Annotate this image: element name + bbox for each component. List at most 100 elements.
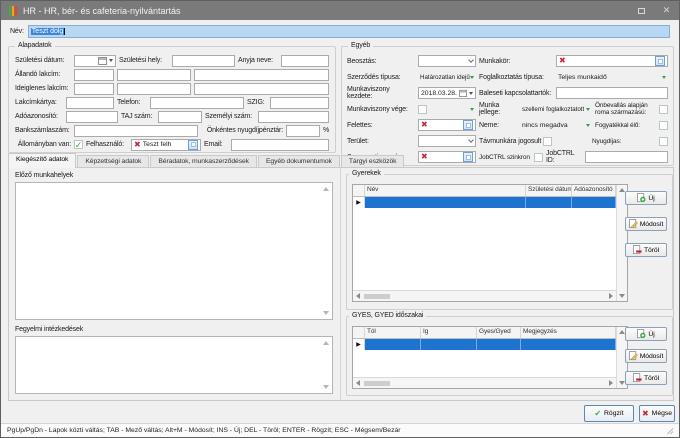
munkaviszony-kezdete-field[interactable]: 2018.03.28. — [418, 87, 476, 99]
scrollbar-thumb[interactable] — [364, 294, 390, 299]
szuletesi-hely-field[interactable] — [172, 55, 235, 67]
check-icon: ✔ — [594, 410, 601, 418]
horizontal-scrollbar[interactable] — [353, 290, 616, 301]
column-header-tol[interactable]: Tól — [365, 327, 421, 338]
onkentes-nyugdijpenztar-label: Önkéntes nyugdíjpénztár: — [201, 127, 283, 134]
lakcimkartya-field[interactable] — [66, 97, 114, 109]
column-header-nev[interactable]: Név — [365, 185, 526, 196]
jobctrl-szinkron-checkbox[interactable] — [534, 153, 543, 162]
selected-row[interactable]: ▶ — [353, 339, 616, 350]
munkakor-lookup-field[interactable]: ✖ — [556, 55, 668, 67]
bankszamlaszam-field[interactable] — [74, 125, 198, 137]
jobctrl-id-field[interactable] — [585, 151, 668, 163]
allando-lakcim-field-3[interactable] — [194, 69, 329, 81]
scroll-up-icon[interactable] — [323, 341, 329, 345]
clear-icon[interactable]: ✖ — [421, 153, 428, 161]
tab-kiegeszito-adatok[interactable]: Kiegészítő adatok — [8, 153, 76, 168]
clear-icon[interactable]: ✖ — [559, 57, 566, 65]
scrollbar-thumb[interactable] — [364, 381, 390, 386]
lookup-icon[interactable] — [463, 152, 473, 162]
clear-icon[interactable]: ✖ — [134, 141, 141, 149]
rogzit-button[interactable]: ✔ Rögzít — [584, 405, 634, 422]
allando-lakcim-field-2[interactable] — [117, 69, 191, 81]
ideiglenes-lakcim-field-3[interactable] — [194, 83, 329, 95]
scroll-up-icon[interactable] — [323, 187, 329, 191]
allomanyban-van-checkbox[interactable]: ✓ — [74, 140, 83, 149]
anyja-neve-field[interactable] — [281, 55, 329, 67]
gyerekek-modosit-button[interactable]: Módosít — [625, 217, 667, 231]
group-gyes-gyed: GYES, GYED időszakai Tól Ig Gyes/Gyed Me… — [346, 316, 673, 396]
gyes-uj-button[interactable]: Új — [625, 327, 667, 341]
gyerekek-uj-button[interactable]: Új — [625, 191, 667, 205]
close-button[interactable]: ✕ — [654, 1, 679, 20]
maximize-button[interactable] — [629, 1, 654, 20]
elozo-munkahelyek-textarea[interactable] — [15, 182, 333, 320]
baleseti-field[interactable] — [556, 87, 668, 99]
scroll-down-icon[interactable] — [323, 311, 329, 315]
scroll-left-icon[interactable] — [356, 380, 360, 386]
scroll-down-icon[interactable] — [323, 385, 329, 389]
email-field[interactable] — [231, 139, 329, 151]
group-egyeb-legend: Egyéb — [348, 42, 373, 49]
adoazonosito-field[interactable] — [66, 111, 118, 123]
column-header-megjegyzes[interactable]: Megjegyzés — [521, 327, 616, 338]
neme-dropdown[interactable]: nincs megadva — [520, 119, 592, 131]
scroll-right-icon[interactable] — [609, 293, 613, 299]
dropdown-icon — [586, 124, 590, 127]
selected-row[interactable]: ▶ — [353, 197, 616, 208]
gyes-modosit-button[interactable]: Módosít — [625, 349, 667, 363]
scroll-down-icon[interactable] — [619, 294, 625, 298]
lookup-icon[interactable] — [463, 120, 473, 130]
szemelyi-szam-field[interactable] — [258, 111, 329, 123]
munkaviszony-vege-checkbox[interactable] — [418, 105, 427, 114]
statusbar: PgUp/PgDn - Lapok közti váltás; TAB - Me… — [1, 423, 679, 437]
fogyatekkal-elo-checkbox[interactable] — [659, 121, 668, 130]
terulet-combo[interactable] — [418, 135, 476, 147]
jobctrl-szinkron-label: JobCTRL szinkron — [479, 154, 531, 161]
roma-checkbox[interactable] — [659, 105, 668, 114]
nyugdijas-checkbox[interactable] — [659, 137, 668, 146]
tavmunkara-checkbox[interactable] — [543, 137, 552, 146]
szervezeti-egyseg-lookup-field[interactable]: ✖ — [418, 151, 476, 163]
ideiglenes-lakcim-field-2[interactable] — [117, 83, 191, 95]
resize-grip[interactable] — [667, 428, 673, 434]
felhasznalo-lookup-field[interactable]: ✖ Teszt felh — [131, 139, 201, 151]
jobctrl-id-label: JobCTRL ID: — [546, 150, 582, 164]
email-label: Email: — [204, 141, 228, 148]
column-header-ig[interactable]: Ig — [421, 327, 477, 338]
grid-gyerekek[interactable]: Név Születési dátum Adóazonosító ▶ — [352, 184, 628, 302]
nev-input[interactable]: Teszt dolg — [28, 25, 670, 38]
szuletesi-datum-field[interactable] — [74, 55, 116, 67]
roma-label: Önbevallás alapján roma származású: — [595, 102, 656, 116]
lookup-icon[interactable] — [655, 56, 665, 66]
onkentes-nyugdijpenztar-field[interactable] — [286, 125, 320, 137]
munka-jellege-dropdown[interactable]: szellemi foglalkoztatott — [520, 103, 592, 115]
telefon-field[interactable] — [150, 97, 244, 109]
clear-icon[interactable]: ✖ — [421, 121, 428, 129]
ideiglenes-lakcim-field-1[interactable] — [74, 83, 114, 95]
szerzodes-tipusa-dropdown[interactable]: Határozatlan idejű — [418, 71, 476, 83]
beosztas-combo[interactable] — [418, 55, 476, 67]
felettes-label: Felettes: — [347, 122, 415, 129]
foglalkoztatas-tipusa-dropdown[interactable]: Teljes munkaidő — [556, 71, 668, 83]
munkaviszony-vege-dropdown[interactable] — [429, 103, 476, 115]
fegyelmi-textarea[interactable] — [15, 336, 333, 394]
scroll-right-icon[interactable] — [609, 380, 613, 386]
gyes-torol-button[interactable]: Töröl — [625, 371, 667, 385]
taj-szam-field[interactable] — [158, 111, 202, 123]
group-alapadatok-legend: Alapadatok — [15, 42, 55, 49]
nev-label: Név: — [10, 28, 24, 35]
megse-button[interactable]: ✖ Mégse — [639, 405, 675, 422]
lookup-icon[interactable] — [188, 140, 198, 150]
scroll-left-icon[interactable] — [356, 293, 360, 299]
szig-field[interactable] — [270, 97, 329, 109]
allando-lakcim-field-1[interactable] — [74, 69, 114, 81]
nev-value-selected-text: Teszt dolg — [31, 28, 66, 35]
horizontal-scrollbar[interactable] — [353, 377, 616, 388]
gyerekek-torol-button[interactable]: Töröl — [625, 243, 667, 257]
column-header-gyes-gyed[interactable]: Gyes/Gyed — [477, 327, 521, 338]
grid-gyes-gyed[interactable]: Tól Ig Gyes/Gyed Megjegyzés ▶ — [352, 326, 628, 389]
felettes-lookup-field[interactable]: ✖ — [418, 119, 476, 131]
column-header-szuletesi-datum[interactable]: Születési dátum — [526, 185, 572, 196]
column-header-adoazonosito[interactable]: Adóazonosító — [572, 185, 616, 196]
